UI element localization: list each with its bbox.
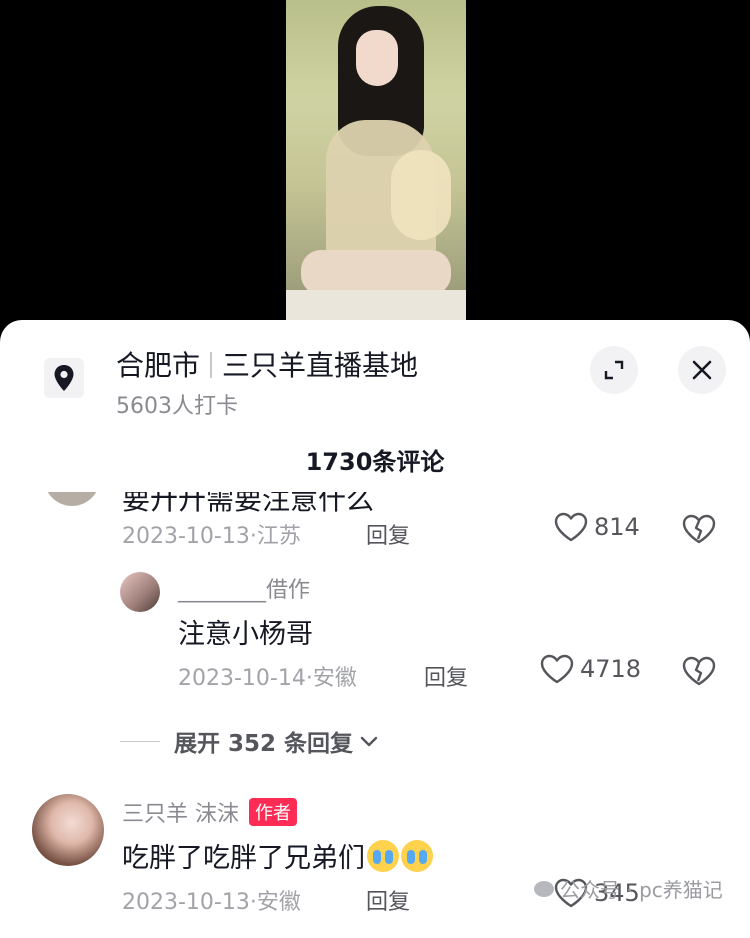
like-count: 814	[594, 513, 640, 541]
author-comment-text: 吃胖了吃胖了兄弟们	[122, 836, 433, 875]
close-button[interactable]	[678, 346, 726, 394]
video-area[interactable]	[0, 0, 750, 330]
dislike-button[interactable]	[682, 514, 716, 548]
comment-text: 要廾廾需要注意什么	[122, 492, 375, 516]
dislike-button[interactable]	[682, 656, 716, 690]
watermark-text: 公众号 · pc养猫记	[560, 878, 723, 902]
avatar[interactable]	[44, 492, 100, 506]
thumbnail-legs	[301, 250, 451, 295]
location-pin-icon	[44, 358, 84, 398]
author-badge: 作者	[249, 798, 297, 826]
reply-text: 注意小杨哥	[178, 619, 313, 650]
video-thumbnail[interactable]	[286, 0, 466, 330]
comment-meta: 2023-10-13·江苏	[122, 524, 301, 549]
crying-emoji-icon	[367, 840, 399, 872]
expand-button[interactable]	[590, 346, 638, 394]
location-place: 三只羊直播基地	[222, 349, 419, 382]
location-title[interactable]: 合肥市 三只羊直播基地	[116, 344, 418, 384]
like-count: 4718	[580, 655, 642, 683]
reply-button[interactable]: 回复	[424, 660, 468, 692]
expand-replies-button[interactable]: 展开 352 条回复	[120, 724, 381, 758]
chevron-down-icon	[360, 736, 378, 747]
reply-meta: 2023-10-14·安徽	[178, 666, 357, 691]
author-comment-meta: 2023-10-13·安徽	[122, 890, 301, 915]
title-divider	[210, 352, 213, 378]
author-username-row[interactable]: 三只羊 沫沫 作者	[122, 796, 297, 828]
author-avatar[interactable]	[32, 794, 104, 866]
comment-count: 1730条评论	[305, 448, 445, 476]
comments-sheet: 合肥市 三只羊直播基地 5603人打卡 1730条评论 要廾廾需要注意什么 202…	[0, 320, 750, 938]
thumbnail-face	[356, 30, 398, 86]
location-header[interactable]: 合肥市 三只羊直播基地 5603人打卡	[0, 320, 750, 430]
location-city: 合肥市	[116, 349, 201, 382]
watermark: 公众号 · pc养猫记	[534, 874, 723, 903]
checkin-count: 5603人打卡	[116, 394, 238, 419]
reply-button[interactable]: 回复	[366, 884, 410, 916]
author-comment-body: 吃胖了吃胖了兄弟们	[122, 843, 365, 874]
reply-username[interactable]: ________借作	[178, 572, 310, 604]
heart-icon	[540, 654, 574, 684]
like-button[interactable]: 814	[554, 512, 640, 542]
crying-emoji-icon	[401, 840, 433, 872]
expand-replies-label: 展开 352 条回复	[174, 731, 354, 757]
divider-line	[120, 740, 160, 742]
wechat-icon	[534, 880, 554, 897]
reply-button[interactable]: 回复	[366, 518, 410, 550]
comment-list[interactable]: 要廾廾需要注意什么 2023-10-13·江苏 回复 814 ________借…	[0, 492, 750, 938]
expand-icon	[604, 360, 624, 380]
author-username: 三只羊 沫沫	[122, 802, 239, 827]
close-icon	[692, 360, 712, 380]
broken-heart-icon	[682, 656, 716, 686]
reply-avatar[interactable]	[120, 572, 160, 612]
like-button[interactable]: 4718	[540, 654, 641, 684]
thumbnail-sleeve	[391, 150, 451, 240]
heart-icon	[554, 512, 588, 542]
broken-heart-icon	[682, 514, 716, 544]
